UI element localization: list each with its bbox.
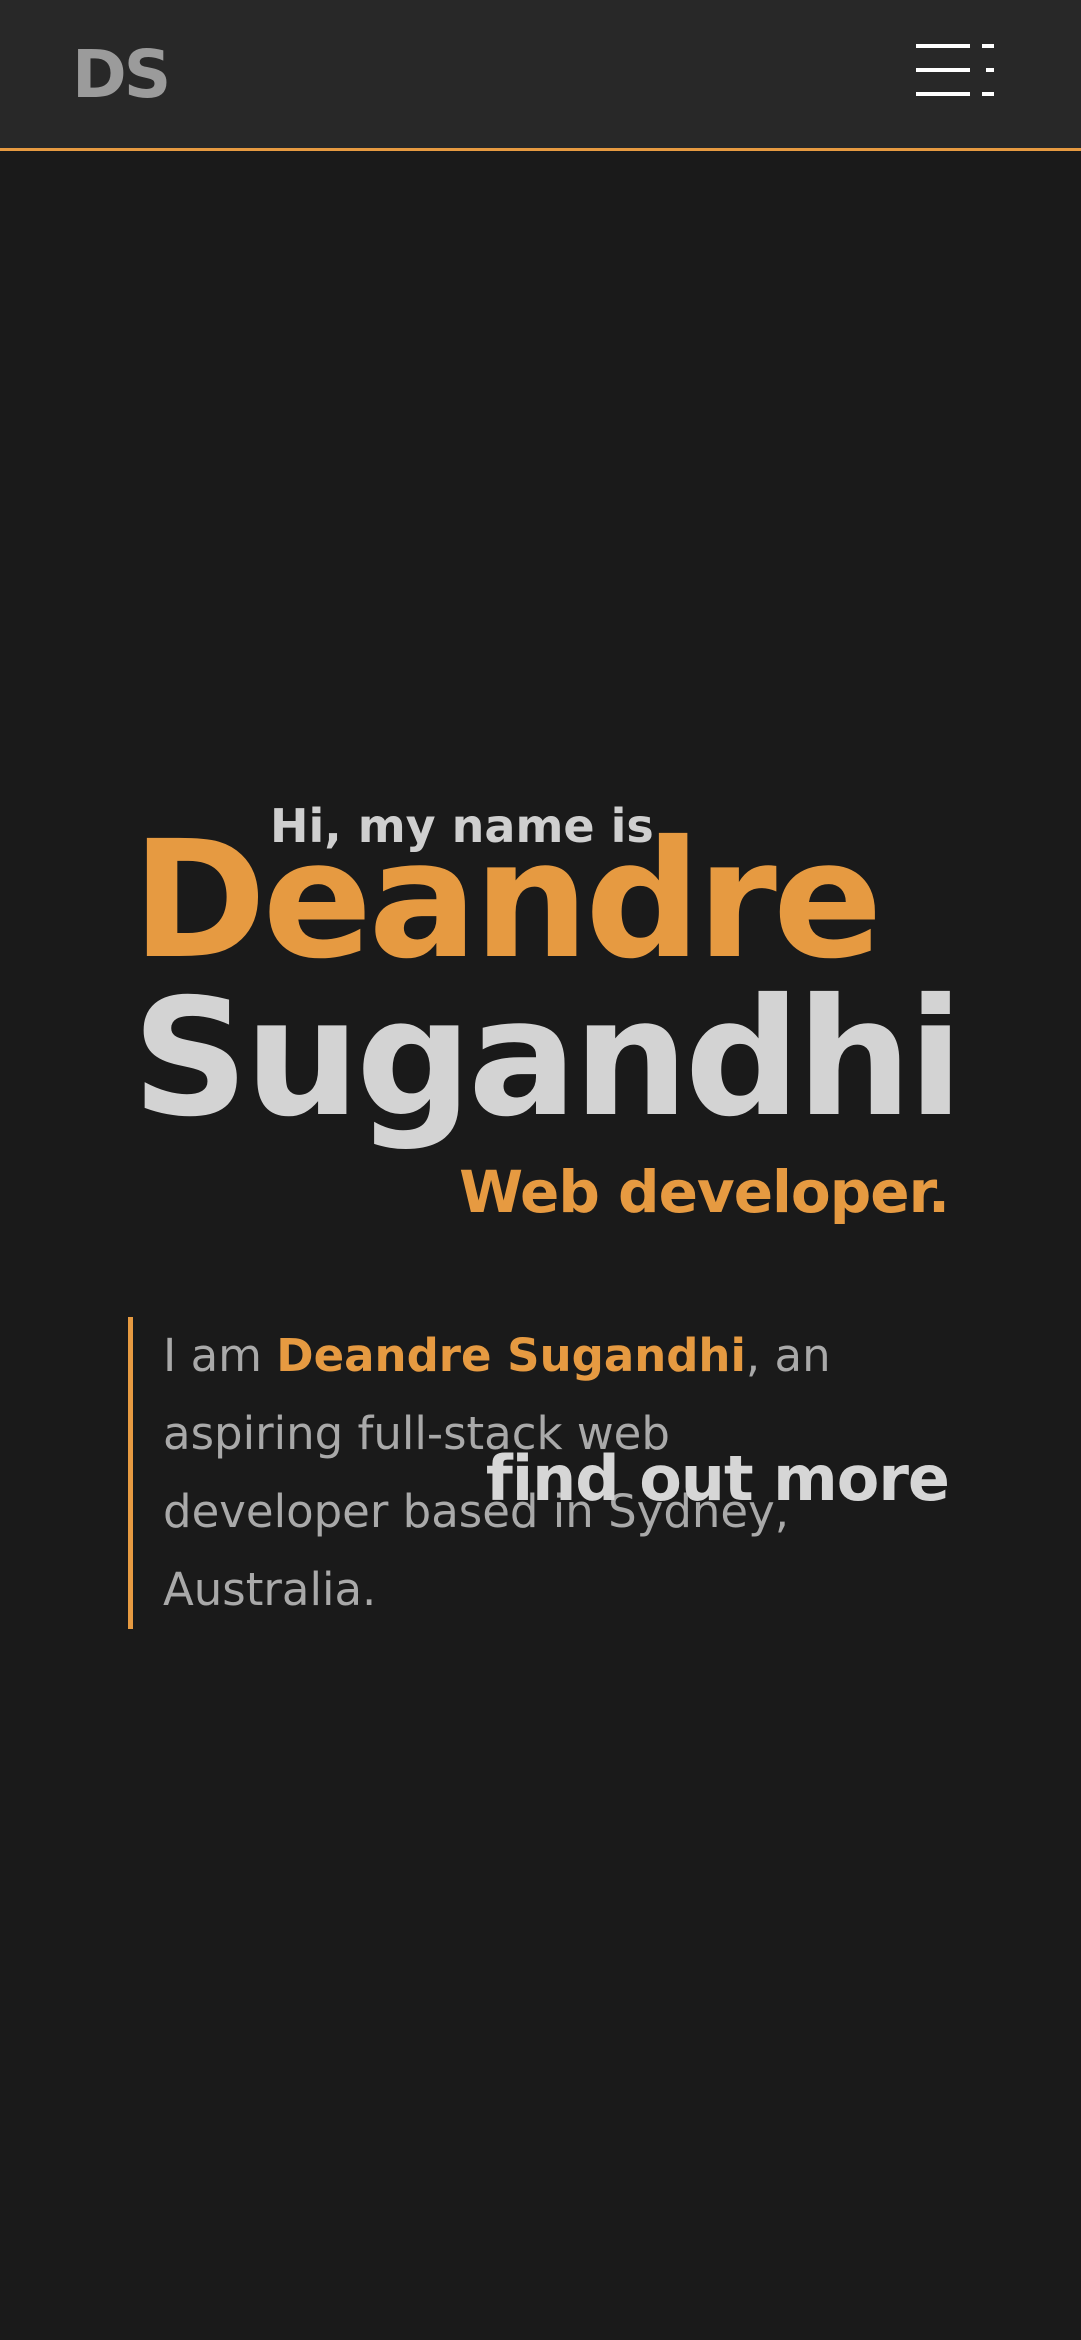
site-logo[interactable]: DS [72, 38, 171, 112]
menu-button[interactable] [916, 44, 998, 98]
role-subtitle: Web developer. [459, 1158, 950, 1226]
last-name-heading: Sugandhi [132, 965, 963, 1153]
bio-name-highlight: Deandre Sugandhi [276, 1329, 746, 1382]
site-header: DS [0, 0, 1081, 151]
hero-section: Hi, my name is Deandre Sugandhi Web deve… [0, 151, 1081, 2340]
bio-prefix: I am [163, 1329, 277, 1382]
first-name-heading: Deandre [132, 807, 883, 995]
menu-icon [916, 44, 994, 96]
find-out-more-link[interactable]: find out more [486, 1441, 950, 1517]
